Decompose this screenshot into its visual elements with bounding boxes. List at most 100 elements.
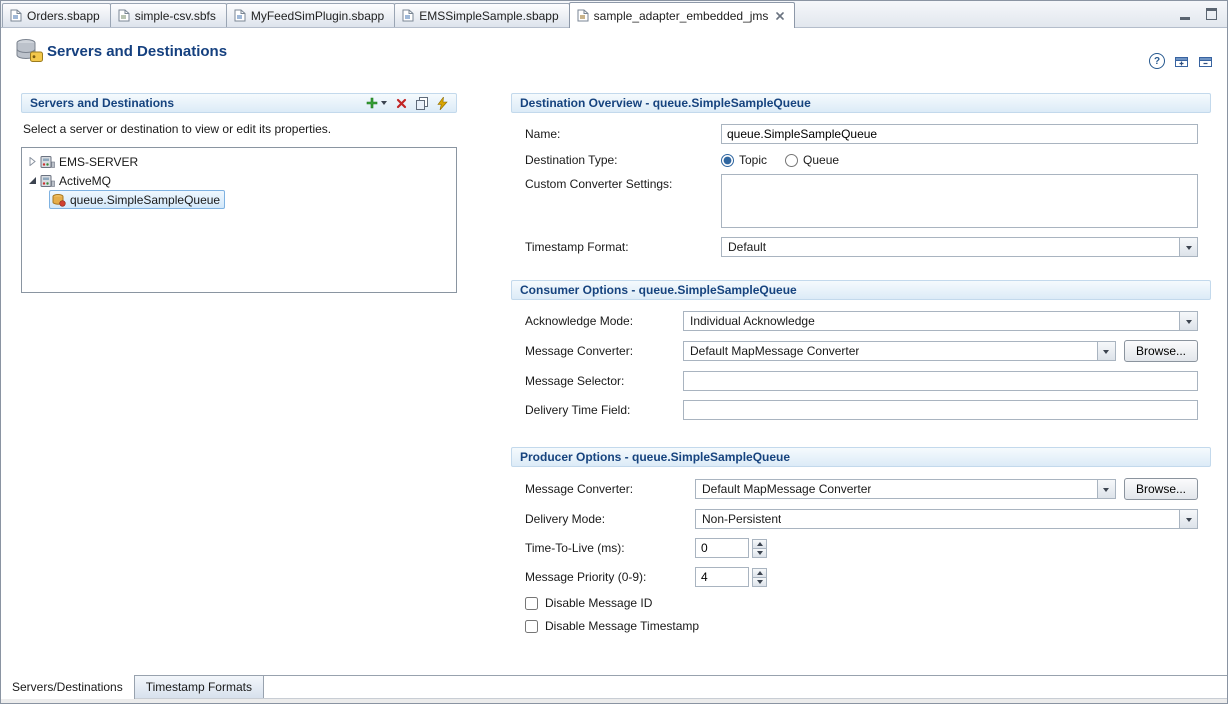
topic-radio[interactable] [721, 154, 734, 167]
time-to-live-spinner [695, 538, 767, 558]
editor-tab-sample-adapter-embedded-jms[interactable]: sample_adapter_embedded_jms [569, 2, 796, 28]
time-to-live-input[interactable] [695, 538, 749, 558]
producer-options-section: Producer Options - queue.SimpleSampleQue… [511, 447, 1211, 651]
message-selector-label: Message Selector: [525, 374, 683, 388]
expand-all-sections-icon[interactable] [1175, 55, 1189, 68]
delivery-time-field-label: Delivery Time Field: [525, 403, 683, 417]
time-to-live-row: Time-To-Live (ms): [525, 538, 1198, 558]
editor-tab-simple-csv[interactable]: simple-csv.sbfs [110, 3, 227, 27]
message-priority-label: Message Priority (0-9): [525, 570, 695, 584]
window-bottom-edge [1, 698, 1227, 703]
queue-radio[interactable] [785, 154, 798, 167]
tree-node[interactable]: EMS-SERVER [38, 152, 143, 171]
acknowledge-mode-dropdown[interactable]: Individual Acknowledge [683, 311, 1198, 331]
message-priority-spinner [695, 567, 767, 587]
servers-panel: Servers and Destinations Select a server… [21, 93, 457, 293]
editor-tab-myfeedsimplugin[interactable]: MyFeedSimPlugin.sbapp [226, 3, 395, 27]
topic-radio-label: Topic [739, 153, 767, 167]
servers-section-header: Servers and Destinations [21, 93, 457, 113]
consumer-options-header: Consumer Options - queue.SimpleSampleQue… [511, 280, 1211, 300]
delivery-mode-value: Non-Persistent [702, 512, 781, 526]
timestamp-format-row: Timestamp Format: Default [525, 237, 1198, 257]
producer-message-converter-dropdown[interactable]: Default MapMessage Converter [695, 479, 1116, 499]
custom-converter-textarea[interactable] [721, 174, 1198, 228]
servers-tree[interactable]: EMS-SERVER ActiveMQ queue.SimpleSampleQu… [21, 147, 457, 293]
queue-radio-label: Queue [803, 153, 839, 167]
topic-radio-option[interactable]: Topic [721, 153, 767, 167]
editor-tab-label: MyFeedSimPlugin.sbapp [251, 9, 384, 23]
header-actions: ? [1149, 53, 1213, 69]
dropdown-arrow-icon[interactable] [1179, 312, 1197, 330]
servers-section-title: Servers and Destinations [30, 96, 174, 110]
custom-converter-row: Custom Converter Settings: [525, 174, 1198, 228]
consumer-browse-button[interactable]: Browse... [1124, 340, 1198, 362]
message-selector-input[interactable] [683, 371, 1198, 391]
acknowledge-mode-label: Acknowledge Mode: [525, 314, 683, 328]
wizard-button[interactable] [437, 97, 448, 110]
file-icon [234, 9, 246, 22]
disable-message-timestamp-label: Disable Message Timestamp [545, 619, 699, 633]
page-title: Servers and Destinations [47, 43, 227, 60]
dropdown-arrow-icon[interactable] [1179, 238, 1197, 256]
dropdown-arrow-icon[interactable] [1097, 342, 1115, 360]
editor-tab-label: Orders.sbapp [27, 9, 100, 23]
help-icon[interactable]: ? [1149, 53, 1165, 69]
acknowledge-mode-row: Acknowledge Mode: Individual Acknowledge [525, 311, 1198, 331]
spin-down-icon[interactable] [752, 548, 767, 558]
tree-item-ems-server[interactable]: EMS-SERVER [22, 152, 456, 171]
delivery-mode-dropdown[interactable]: Non-Persistent [695, 509, 1198, 529]
producer-message-converter-row: Message Converter: Default MapMessage Co… [525, 478, 1198, 500]
editor-tab-orders[interactable]: Orders.sbapp [2, 3, 111, 27]
delivery-time-field-input[interactable] [683, 400, 1198, 420]
dropdown-arrow-icon[interactable] [1097, 480, 1115, 498]
add-dropdown-caret-icon [380, 100, 388, 106]
disable-message-id-label: Disable Message ID [545, 596, 652, 610]
tab-timestamp-formats[interactable]: Timestamp Formats [135, 676, 264, 699]
disable-message-id-row: Disable Message ID [525, 596, 1198, 610]
disable-message-id-checkbox[interactable] [525, 597, 538, 610]
editor-tab-label: EMSSimpleSample.sbapp [419, 9, 558, 23]
consumer-options-section: Consumer Options - queue.SimpleSampleQue… [511, 280, 1211, 429]
message-priority-input[interactable] [695, 567, 749, 587]
consumer-message-converter-dropdown[interactable]: Default MapMessage Converter [683, 341, 1116, 361]
consumer-message-converter-label: Message Converter: [525, 344, 683, 358]
dropdown-arrow-icon[interactable] [1179, 510, 1197, 528]
custom-converter-label: Custom Converter Settings: [525, 174, 721, 191]
twistie-expanded-icon[interactable] [27, 176, 38, 185]
add-server-button[interactable] [366, 97, 388, 109]
servers-toolbar [366, 96, 448, 110]
queue-radio-option[interactable]: Queue [785, 153, 839, 167]
tree-item-queue-simplesamplequeue[interactable]: queue.SimpleSampleQueue [22, 190, 456, 209]
twistie-collapsed-icon[interactable] [27, 157, 38, 166]
editor-tab-emssimplesample[interactable]: EMSSimpleSample.sbapp [394, 3, 569, 27]
tree-node-selected[interactable]: queue.SimpleSampleQueue [49, 190, 225, 209]
server-icon [40, 174, 55, 188]
producer-options-header: Producer Options - queue.SimpleSampleQue… [511, 447, 1211, 467]
disable-message-timestamp-checkbox[interactable] [525, 620, 538, 633]
name-input[interactable] [721, 124, 1198, 144]
copy-button[interactable] [415, 96, 429, 110]
tree-item-activemq[interactable]: ActiveMQ [22, 171, 456, 190]
page-tab-bar: Servers/Destinations Timestamp Formats [1, 675, 1227, 699]
close-icon[interactable] [776, 12, 784, 20]
delete-button[interactable] [396, 98, 407, 109]
maximize-icon[interactable] [1206, 8, 1217, 20]
consumer-options-title: Consumer Options - queue.SimpleSampleQue… [520, 283, 797, 297]
timestamp-format-dropdown[interactable]: Default [721, 237, 1198, 257]
producer-browse-button[interactable]: Browse... [1124, 478, 1198, 500]
editor-tab-label: simple-csv.sbfs [135, 9, 216, 23]
file-icon [577, 9, 589, 22]
window-controls [1180, 8, 1217, 20]
name-row: Name: [525, 124, 1198, 144]
tree-item-label: ActiveMQ [59, 174, 111, 188]
minimize-icon[interactable] [1180, 9, 1190, 20]
collapse-all-sections-icon[interactable] [1199, 55, 1213, 68]
properties-panel: Destination Overview - queue.SimpleSampl… [511, 93, 1211, 665]
spin-down-icon[interactable] [752, 577, 767, 587]
delivery-mode-label: Delivery Mode: [525, 512, 695, 526]
tab-servers-destinations[interactable]: Servers/Destinations [1, 675, 135, 699]
destination-overview-header: Destination Overview - queue.SimpleSampl… [511, 93, 1211, 113]
destination-type-radios: Topic Queue [721, 153, 857, 167]
tree-node[interactable]: ActiveMQ [38, 171, 116, 190]
editor-tab-label: sample_adapter_embedded_jms [594, 9, 769, 23]
